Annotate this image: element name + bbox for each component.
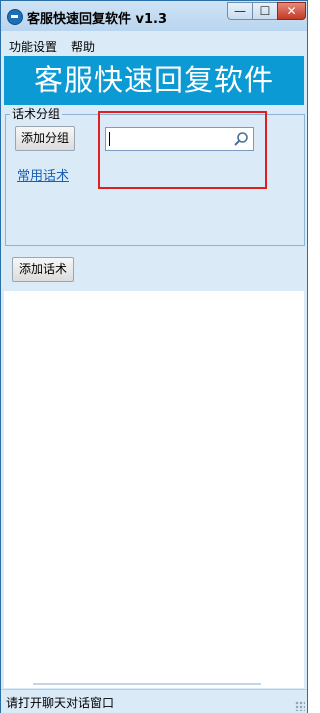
close-button[interactable]: ✕ [277,2,306,20]
app-window: 客服快速回复软件 v1.3 — ☐ ✕ 功能设置 帮助 客服快速回复软件 话术分… [0,0,308,713]
title-bar[interactable]: 客服快速回复软件 v1.3 — ☐ ✕ [1,1,307,31]
add-group-button[interactable]: 添加分组 [15,126,75,151]
menu-bar: 功能设置 帮助 [1,32,307,56]
minimize-icon: — [234,4,246,18]
horizontal-scrollbar[interactable] [33,683,261,685]
minimize-button[interactable]: — [227,2,253,20]
add-phrase-button[interactable]: 添加话术 [12,257,74,282]
app-icon [7,9,23,25]
resize-grip-icon[interactable] [295,701,305,711]
status-bar: 请打开聊天对话窗口 [1,689,307,713]
window-title: 客服快速回复软件 v1.3 [27,12,168,27]
maximize-button[interactable]: ☐ [252,2,278,20]
status-text: 请打开聊天对话窗口 [6,696,115,710]
maximize-icon: ☐ [259,4,271,18]
annotation-highlight [98,111,267,189]
phrase-list-area[interactable] [4,291,304,688]
close-icon: ✕ [286,4,297,18]
menu-function-settings[interactable]: 功能设置 [9,38,57,55]
menu-help[interactable]: 帮助 [71,38,95,55]
common-phrases-link[interactable]: 常用话术 [17,165,69,184]
phrase-group-legend: 话术分组 [10,105,63,122]
app-banner: 客服快速回复软件 [4,56,304,105]
